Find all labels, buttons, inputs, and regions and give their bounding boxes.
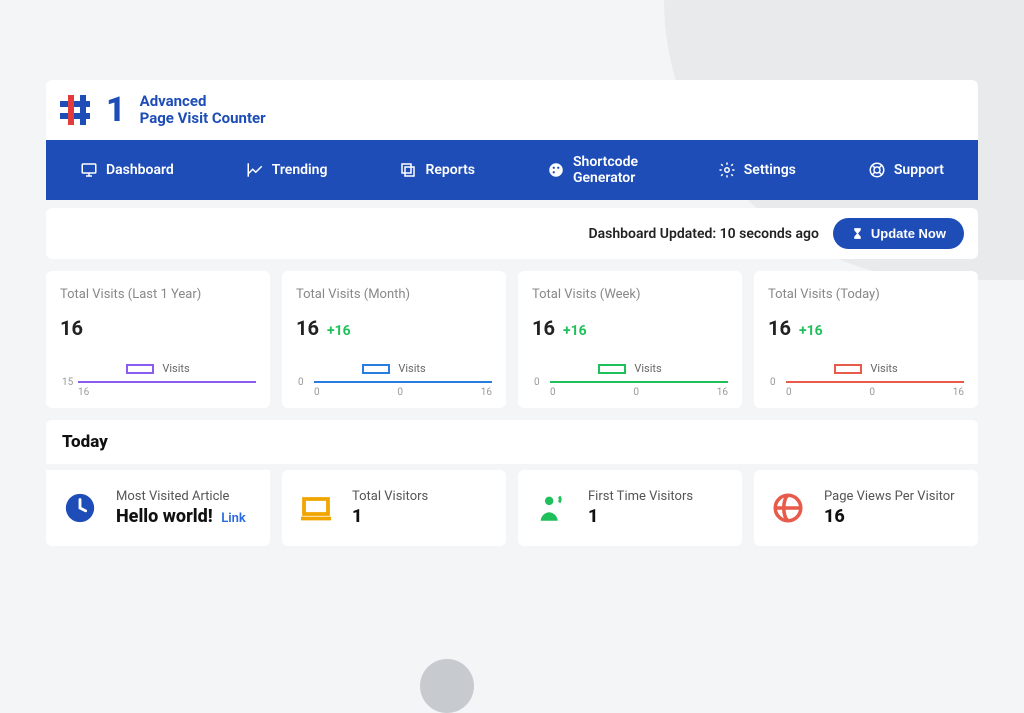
ytick: 0 [534,377,540,388]
logo-line1: Advanced [140,93,266,110]
today-title: Page Views Per Visitor [824,489,955,504]
legend-swatch [598,364,626,374]
today-value: 1 [588,506,693,527]
card-delta: +16 [563,323,587,339]
copy-icon [399,161,417,179]
mini-chart-month: Visits 0 0 0 16 [296,362,492,398]
logo-text: Advanced Page Visit Counter [140,93,266,128]
card-total-year: Total Visits (Last 1 Year) 16 Visits 15 … [46,271,270,408]
ytick: 0 [298,377,304,388]
mini-chart-today: Visits 0 0 0 16 [768,362,964,398]
card-value: 16 [60,316,83,340]
chart-line [314,381,492,383]
nav-label: Dashboard [106,162,174,178]
hourglass-icon [851,227,864,240]
ytick: 0 [770,377,776,388]
palette-icon [547,161,565,179]
mini-chart-week: Visits 0 0 0 16 [532,362,728,398]
monitor-icon [80,161,98,179]
mini-chart-year: Visits 15 16 [60,362,256,398]
globe-icon [768,488,808,528]
today-grid: Most Visited Article Hello world! Link T… [46,470,978,546]
legend-label: Visits [162,362,189,375]
card-delta: +16 [799,323,823,339]
chart-ticks: 16 [78,387,256,398]
legend-swatch [834,364,862,374]
article-link[interactable]: Link [221,511,246,526]
card-title: Total Visits (Week) [532,287,728,302]
today-value: 1 [352,506,428,527]
chart-ticks: 0 0 16 [786,387,964,398]
nav-reports[interactable]: Reports [383,140,491,200]
update-now-button[interactable]: Update Now [833,218,964,249]
legend-label: Visits [398,362,425,375]
nav-trending[interactable]: Trending [230,140,344,200]
chart-line [550,381,728,383]
person-wave-icon [532,488,572,528]
card-value: 16 [532,316,555,340]
card-total-week: Total Visits (Week) 16 +16 Visits 0 0 0 … [518,271,742,408]
nav-label: Trending [272,162,328,178]
today-card-views: Page Views Per Visitor 16 [754,470,978,546]
card-value: 16 [296,316,319,340]
legend-swatch [126,364,154,374]
life-ring-icon [868,161,886,179]
card-delta: +16 [327,323,351,339]
chart-line-icon [246,161,264,179]
today-card-first-time: First Time Visitors 1 [518,470,742,546]
nav-label: Support [894,162,944,178]
logo-line2: Page Visit Counter [140,110,266,127]
update-bar: Dashboard Updated: 10 seconds ago Update… [46,208,978,259]
nav-shortcode[interactable]: Shortcode Generator [531,140,662,200]
legend-swatch [362,364,390,374]
chart-line [78,381,256,383]
legend-label: Visits [634,362,661,375]
nav-label: Reports [425,162,475,178]
nav-label: Shortcode Generator [573,154,646,186]
chart-line [786,381,964,383]
today-card-article: Most Visited Article Hello world! Link [46,470,270,546]
legend-label: Visits [870,362,897,375]
stats-row: Total Visits (Last 1 Year) 16 Visits 15 … [46,271,978,408]
card-title: Total Visits (Last 1 Year) [60,287,256,302]
card-value: 16 [768,316,791,340]
today-title: Total Visitors [352,489,428,504]
app-container: 1 Advanced Page Visit Counter Dashboard … [46,80,978,546]
nav-label: Settings [744,162,796,178]
clock-icon [60,488,100,528]
ytick: 15 [62,377,73,388]
section-title: Today [62,432,108,452]
today-title: First Time Visitors [588,489,693,504]
gear-icon [718,161,736,179]
card-title: Total Visits (Month) [296,287,492,302]
main-nav: Dashboard Trending Reports Shortcode Gen… [46,140,978,200]
update-status: Dashboard Updated: 10 seconds ago [589,226,819,242]
hash-icon [60,91,98,129]
logo-one: 1 [106,90,126,130]
card-title: Total Visits (Today) [768,287,964,302]
update-btn-label: Update Now [871,226,946,241]
chart-ticks: 0 0 16 [314,387,492,398]
card-total-month: Total Visits (Month) 16 +16 Visits 0 0 0… [282,271,506,408]
today-section-header: Today [46,420,978,464]
nav-settings[interactable]: Settings [702,140,812,200]
today-card-visitors: Total Visitors 1 [282,470,506,546]
card-total-today: Total Visits (Today) 16 +16 Visits 0 0 0… [754,271,978,408]
today-value: Hello world! [116,506,213,527]
laptop-icon [296,488,336,528]
chart-ticks: 0 0 16 [550,387,728,398]
today-title: Most Visited Article [116,489,246,504]
nav-dashboard[interactable]: Dashboard [64,140,190,200]
nav-support[interactable]: Support [852,140,960,200]
header: 1 Advanced Page Visit Counter [46,80,978,140]
today-value: 16 [824,506,955,527]
